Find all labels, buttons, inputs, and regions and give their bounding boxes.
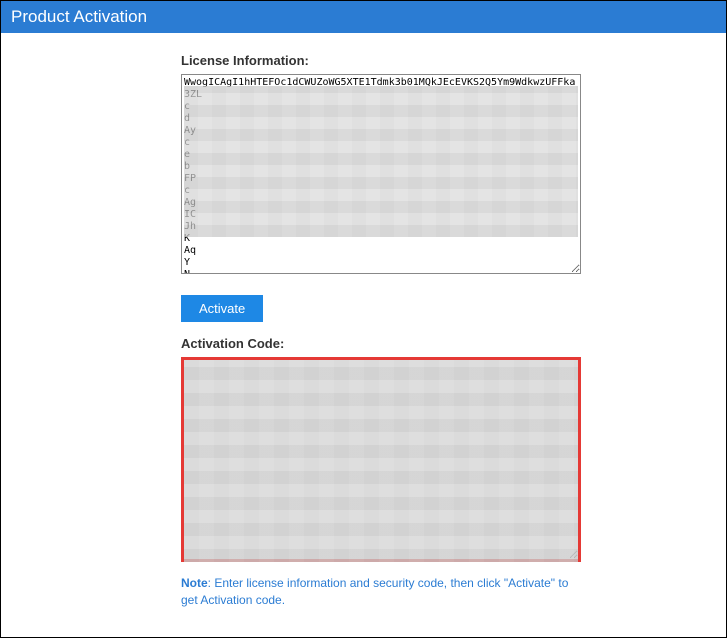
license-wrapper	[181, 74, 581, 277]
note-body: : Enter license information and security…	[181, 576, 568, 607]
activation-code-textarea[interactable]	[181, 357, 581, 562]
note-text: Note: Enter license information and secu…	[181, 575, 581, 609]
activation-label: Activation Code:	[181, 336, 581, 351]
license-info-textarea[interactable]	[181, 74, 581, 274]
activate-button[interactable]: Activate	[181, 295, 263, 322]
page-header: Product Activation	[1, 1, 726, 33]
page-title: Product Activation	[11, 7, 147, 26]
note-prefix: Note	[181, 576, 208, 590]
main-content: License Information: Activate Activation…	[1, 33, 581, 609]
activation-wrapper	[181, 357, 581, 565]
license-label: License Information:	[181, 53, 581, 68]
